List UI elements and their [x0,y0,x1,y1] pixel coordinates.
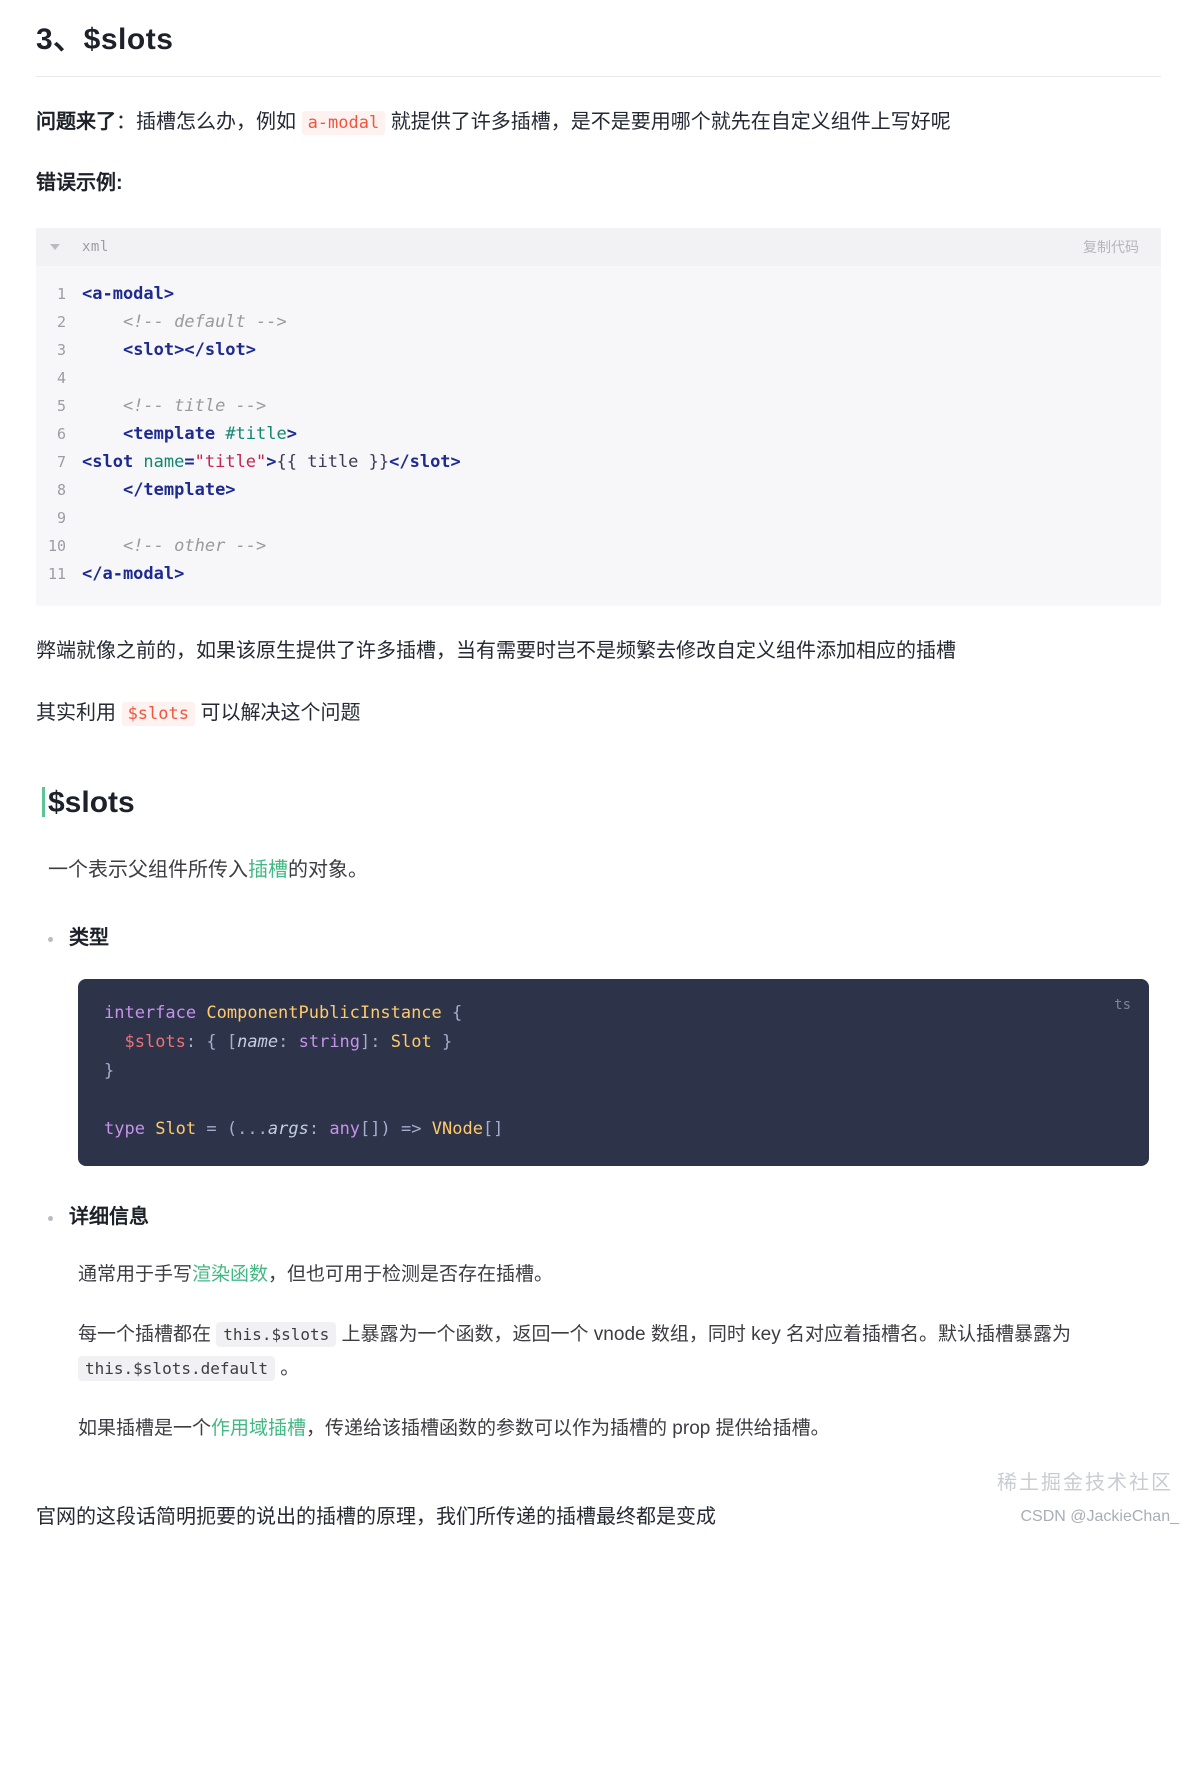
code-block-header: xml 复制代码 [36,228,1161,266]
code-line: 11 </a-modal> [36,560,1161,588]
line-number: 2 [56,313,66,331]
detail1-a: 通常用于手写 [78,1264,193,1285]
code-line: type Slot = (...args: any[]) => VNode[] [104,1119,504,1139]
code-line-text: <template #title> [122,424,297,444]
detail2-c: 。 [275,1358,300,1379]
line-number: 6 [56,425,66,443]
code-line-text: </a-modal> [82,564,185,584]
line-number: 5 [56,397,66,415]
slot-link[interactable]: 插槽 [248,859,288,881]
code-line: 4 [36,364,1161,392]
docs-section-title: $slots [42,783,1197,823]
render-function-link[interactable]: 渲染函数 [192,1264,268,1285]
docs-intro: 一个表示父组件所传入插槽的对象。 [48,853,1197,887]
intro-text-a: ：插槽怎么办，例如 [116,111,302,133]
scoped-slot-link[interactable]: 作用域插槽 [211,1418,306,1439]
code-line-text: <!-- default --> [122,312,287,332]
solution-text-a: 其实利用 [36,702,122,724]
detail-paragraph-2: 每一个插槽都在 this.$slots 上暴露为一个函数，返回一个 vnode … [78,1318,1149,1386]
inline-code-a-modal: a-modal [301,111,386,135]
detail3-a: 如果插槽是一个 [78,1418,212,1439]
code-line: 10 <!-- other --> [36,532,1161,560]
intro-lead-bold: 问题来了 [36,111,116,133]
code-line: 9 [36,504,1161,532]
line-number: 9 [56,509,66,527]
code-line-text: <!-- title --> [122,396,267,416]
code-line: 7 <slot name="title">{{ title }}</slot> [36,448,1161,476]
csdn-watermark: CSDN @JackieChan_ [1020,1508,1179,1525]
closing-paragraph: 官网的这段话简明扼要的说出的插槽的原理，我们所传递的插槽最终都是变成 [36,1506,716,1528]
docs-intro-a: 一个表示父组件所传入 [48,859,248,881]
page-title: 3、$slots [36,23,174,56]
juejin-watermark: 稀土掘金技术社区 [997,1472,1173,1494]
detail2-b: 上暴露为一个函数，返回一个 vnode 数组，同时 key 名对应着插槽名。默认… [336,1324,1071,1345]
code-line: interface ComponentPublicInstance { [104,1003,463,1023]
code-line: 6 <template #title> [36,420,1161,448]
detail3-b: ，传递给该插槽函数的参数可以作为插槽的 prop 提供给插槽。 [306,1418,830,1439]
bad-example-label: 错误示例: [36,172,123,194]
bullet-detail: 详细信息 [48,1202,1197,1232]
code-language-label: xml [82,239,109,255]
line-number: 10 [47,537,66,555]
copy-code-button[interactable]: 复制代码 [1083,237,1139,257]
title-divider [36,76,1161,77]
bullet-dot-icon [48,1216,53,1221]
drawback-paragraph: 弊端就像之前的，如果该原生提供了许多插槽，当有需要时岂不是频繁去修改自定义组件添… [36,640,956,662]
inline-code-this-slots: this.$slots [216,1322,337,1347]
line-number: 11 [47,565,66,583]
line-number: 1 [56,285,66,303]
intro-paragraph: 问题来了：插槽怎么办，例如 a-modal 就提供了许多插槽，是不是要用哪个就先… [36,105,1161,140]
detail2-a: 每一个插槽都在 [78,1324,217,1345]
bullet-dot-icon [48,937,53,942]
code-line: 5 <!-- title --> [36,392,1161,420]
code-line: 1 <a-modal> [36,280,1161,308]
code-line-text: </template> [122,480,236,500]
code-language-label-ts: ts [1114,997,1131,1013]
code-line: 3 <slot></slot> [36,336,1161,364]
detail1-b: ，但也可用于检测是否存在插槽。 [268,1264,554,1285]
detail-paragraph-1: 通常用于手写渲染函数，但也可用于检测是否存在插槽。 [78,1258,1149,1292]
article-page: 3、$slots 问题来了：插槽怎么办，例如 a-modal 就提供了许多插槽，… [0,18,1197,1534]
line-number: 7 [56,453,66,471]
line-number: 4 [56,369,66,387]
inline-code-slots: $slots [121,702,195,726]
code-line: } [104,1061,115,1081]
intro-text-b: 就提供了许多插槽，是不是要用哪个就先在自定义组件上写好呢 [385,111,951,133]
code-line-text: <slot></slot> [122,340,257,360]
code-line-text: <slot name="title">{{ title }}</slot> [82,452,461,472]
docs-intro-b: 的对象。 [288,859,368,881]
code-block-body: 1 <a-modal> 2 <!-- default --> 3 <slot><… [36,266,1161,606]
code-line: 8 </template> [36,476,1161,504]
line-number: 3 [56,341,66,359]
chevron-down-icon[interactable] [50,244,60,250]
bullet-detail-label: 详细信息 [69,1206,149,1228]
code-line-text: <!-- other --> [122,536,267,556]
code-line: $slots: { [name: string]: Slot } [124,1032,453,1052]
solution-text-b: 可以解决这个问题 [194,702,361,724]
code-line: 2 <!-- default --> [36,308,1161,336]
inline-code-this-slots-default: this.$slots.default [78,1356,276,1381]
line-number: 8 [56,481,66,499]
detail-paragraph-3: 如果插槽是一个作用域插槽，传递给该插槽函数的参数可以作为插槽的 prop 提供给… [78,1412,1149,1446]
code-block-xml: xml 复制代码 1 <a-modal> 2 <!-- default --> … [36,228,1161,606]
bullet-type: 类型 [48,923,1197,953]
code-block-ts: ts interface ComponentPublicInstance { $… [78,979,1149,1166]
bullet-type-label: 类型 [69,927,109,949]
code-line-text: <a-modal> [82,284,175,304]
solution-paragraph: 其实利用 $slots 可以解决这个问题 [36,696,1161,731]
